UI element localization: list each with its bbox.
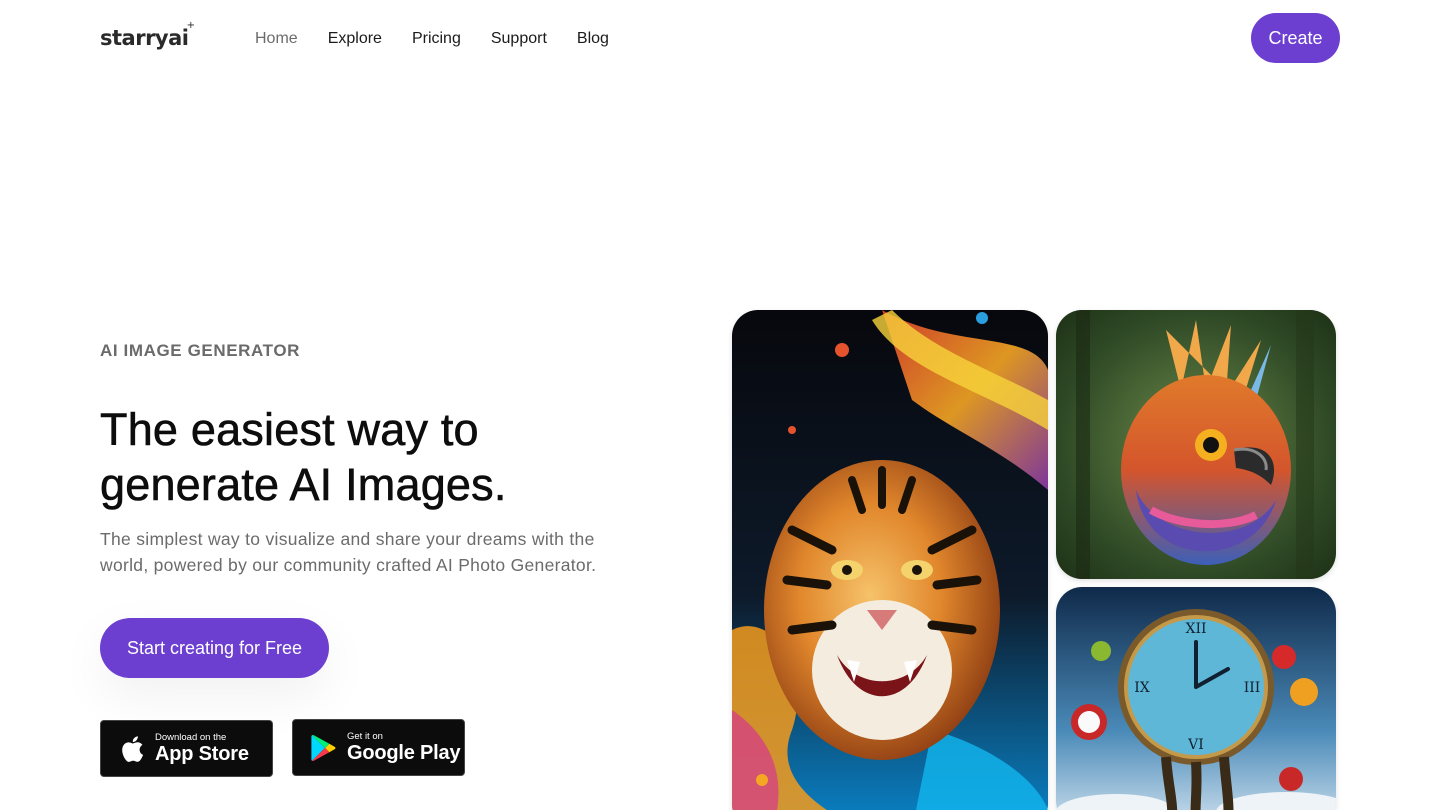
bird-illustration	[1056, 310, 1336, 579]
nav-blog[interactable]: Blog	[577, 28, 609, 50]
svg-text:VI: VI	[1187, 737, 1204, 753]
google-play-big-label: Google Play	[347, 742, 461, 764]
main-nav: Home Explore Pricing Support Blog	[255, 28, 639, 50]
google-play-small-label: Get it on	[347, 731, 383, 742]
subtitle-line-2: world, powered by our community crafted …	[100, 555, 597, 575]
google-play-text: Get it on Google Play	[347, 731, 461, 764]
nav-explore[interactable]: Explore	[328, 28, 382, 50]
hero-eyebrow: AI IMAGE GENERATOR	[100, 341, 301, 360]
app-store-text: Download on the App Store	[155, 732, 249, 765]
clock-image: XII III VI IX	[1056, 587, 1336, 810]
logo[interactable]: starryai +	[100, 20, 195, 50]
sparkle-icon: +	[186, 20, 195, 31]
hero-headline: The easiest way to generate AI Images.	[100, 402, 660, 512]
clock-illustration: XII III VI IX	[1056, 587, 1336, 810]
headline-line-2: generate AI Images.	[100, 459, 507, 511]
google-play-badge[interactable]: Get it on Google Play	[292, 719, 465, 776]
apple-icon	[119, 734, 145, 764]
app-store-big-label: App Store	[155, 743, 249, 765]
svg-text:III: III	[1244, 680, 1261, 696]
site-header: starryai + Home Explore Pricing Support …	[0, 0, 1440, 78]
google-play-icon	[311, 733, 337, 763]
app-store-badge[interactable]: Download on the App Store	[100, 720, 273, 777]
nav-support[interactable]: Support	[491, 28, 547, 50]
hero-subtitle: The simplest way to visualize and share …	[100, 526, 660, 578]
tiger-illustration	[732, 310, 1048, 810]
headline-line-1: The easiest way to	[100, 404, 479, 456]
nav-home[interactable]: Home	[255, 28, 298, 50]
nav-pricing[interactable]: Pricing	[412, 28, 461, 50]
subtitle-line-1: The simplest way to visualize and share …	[100, 529, 595, 549]
svg-text:XII: XII	[1185, 621, 1206, 637]
start-creating-button[interactable]: Start creating for Free	[100, 618, 329, 678]
svg-text:IX: IX	[1134, 680, 1150, 696]
create-button[interactable]: Create	[1251, 13, 1340, 63]
app-store-small-label: Download on the	[155, 732, 227, 743]
logo-text: starryai	[100, 26, 189, 50]
tiger-image	[732, 310, 1048, 810]
bird-image	[1056, 310, 1336, 579]
